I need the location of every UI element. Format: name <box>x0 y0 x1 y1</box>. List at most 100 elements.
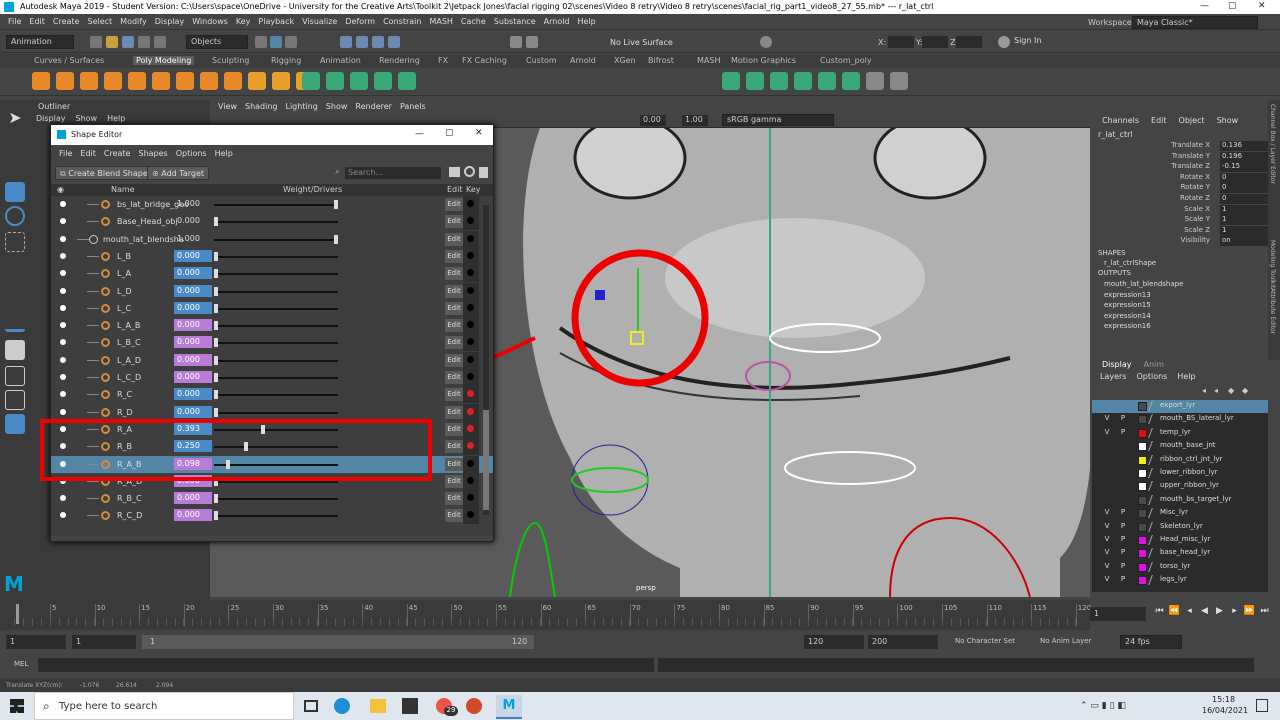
menu-visualize[interactable]: Visualize <box>302 17 337 26</box>
menu-file[interactable]: File <box>8 17 21 26</box>
layer-visibility-toggle[interactable]: V <box>1102 548 1112 556</box>
weight-value-field[interactable]: 0.000 <box>174 267 212 280</box>
channel-menu-show[interactable]: Show <box>1217 116 1239 125</box>
shelf-tab[interactable]: Curves / Surfaces <box>34 56 104 65</box>
layer-playback-toggle[interactable]: P <box>1118 522 1128 530</box>
visibility-dot-icon[interactable] <box>60 218 66 225</box>
four-view-icon[interactable] <box>5 366 25 386</box>
layer-color-swatch[interactable] <box>1138 415 1147 425</box>
weight-slider-track[interactable] <box>214 325 338 328</box>
shape-editor-menu-create[interactable]: Create <box>104 149 131 158</box>
key-dot-icon[interactable] <box>467 286 474 294</box>
layer-color-swatch[interactable] <box>1138 402 1147 411</box>
visibility-dot-icon[interactable] <box>60 235 66 242</box>
edit-button[interactable]: Edit <box>445 301 463 315</box>
select-object-icon[interactable] <box>270 36 282 48</box>
scrollbar-thumb[interactable] <box>483 410 489 510</box>
maximize-icon[interactable]: ▢ <box>1228 1 1237 11</box>
extrude-icon[interactable] <box>722 72 740 90</box>
weight-slider-knob[interactable] <box>214 269 218 279</box>
output-node[interactable]: expression16 <box>1104 322 1151 330</box>
weight-slider-track[interactable] <box>214 411 338 414</box>
task-view-icon[interactable] <box>304 700 318 712</box>
trash-icon[interactable] <box>479 167 488 178</box>
layer-row[interactable]: export_lyr <box>1092 400 1268 413</box>
shape-row[interactable]: L_C_D 0.000 Edit <box>51 369 493 386</box>
menu-deform[interactable]: Deform <box>345 17 375 26</box>
mirror-icon[interactable] <box>398 72 416 90</box>
explorer-icon[interactable] <box>370 699 386 713</box>
visibility-dot-icon[interactable] <box>60 287 66 294</box>
select-component-icon[interactable] <box>285 36 297 48</box>
edit-button[interactable]: Edit <box>445 198 463 211</box>
layer-row[interactable]: V P Head_misc_lyr <box>1092 534 1268 547</box>
weight-slider-knob[interactable] <box>214 338 218 348</box>
layer-visibility-toggle[interactable]: V <box>1102 562 1112 570</box>
star-icon[interactable] <box>248 72 266 90</box>
layer-playback-toggle[interactable]: P <box>1118 508 1128 516</box>
mel-input[interactable] <box>38 658 654 672</box>
paint-brush-icon[interactable] <box>5 312 25 332</box>
menu-substance[interactable]: Substance <box>494 17 536 26</box>
weight-value-field[interactable]: 0.000 <box>174 388 212 401</box>
side-tab[interactable]: Modeling Toolkit <box>1269 240 1276 288</box>
visibility-dot-icon[interactable] <box>60 356 66 363</box>
weight-slider-track[interactable] <box>214 394 338 397</box>
layer-playback-toggle[interactable]: P <box>1118 428 1128 436</box>
edit-button[interactable]: Edit <box>445 249 463 263</box>
layer-row[interactable]: lower_ribbon_lyr <box>1092 467 1268 480</box>
disc-icon[interactable] <box>176 72 194 90</box>
edit-button[interactable]: Edit <box>445 457 463 471</box>
edit-button[interactable]: Edit <box>445 388 463 402</box>
create-blend-shape-button[interactable]: ⧉ Create Blend Shape <box>55 166 153 180</box>
ipr-icon[interactable] <box>526 36 538 48</box>
close-icon[interactable]: ✕ <box>475 128 483 138</box>
visibility-dot-icon[interactable] <box>60 512 66 519</box>
plane-icon[interactable] <box>152 72 170 90</box>
weight-slider-track[interactable] <box>214 255 338 258</box>
visibility-dot-icon[interactable] <box>60 270 66 277</box>
shelf-tab[interactable]: Rendering <box>379 56 420 65</box>
boolean-icon[interactable] <box>374 72 392 90</box>
weight-value-field[interactable]: 0.000 <box>174 405 212 418</box>
weight-slider-knob[interactable] <box>214 373 218 382</box>
menu-playback[interactable]: Playback <box>258 17 294 26</box>
pyramid-icon[interactable] <box>224 72 242 90</box>
shelf-tab[interactable]: Bifrost <box>648 56 674 65</box>
sign-in-button[interactable]: Sign In <box>1010 35 1076 49</box>
shape-row[interactable]: L_C 0.000 Edit <box>51 299 493 317</box>
end-frame-field[interactable]: 120 <box>804 635 864 649</box>
menu-help[interactable]: Help <box>578 17 596 26</box>
viewport-menu-show[interactable]: Show <box>326 102 348 111</box>
layer-visibility-toggle[interactable]: V <box>1102 428 1112 436</box>
channel-attr-label[interactable]: Rotate X <box>1180 173 1210 181</box>
separate-icon[interactable] <box>326 72 344 90</box>
weight-slider-track[interactable] <box>214 359 338 362</box>
outliner-layout-icon[interactable] <box>5 414 25 434</box>
layer-playback-toggle[interactable]: P <box>1118 414 1128 422</box>
two-view-icon[interactable] <box>5 390 25 410</box>
edit-button[interactable]: Edit <box>445 492 463 506</box>
output-node[interactable]: expression14 <box>1104 312 1151 320</box>
outliner-menu-display[interactable]: Display <box>36 114 66 123</box>
viewport-menu-renderer[interactable]: Renderer <box>355 102 392 111</box>
key-dot-icon[interactable] <box>467 234 474 242</box>
weight-value-field[interactable]: 1.000 <box>174 198 212 210</box>
shape-row[interactable]: bs_lat_bridge_geo 1.000 Edit <box>51 196 493 213</box>
go-to-start-icon[interactable]: ⏮ <box>1152 606 1167 616</box>
layer-color-swatch[interactable] <box>1138 562 1147 572</box>
render-icon[interactable] <box>510 36 522 48</box>
minimize-icon[interactable]: — <box>1200 1 1209 11</box>
y-field[interactable] <box>922 36 948 48</box>
shelf-tab[interactable]: Poly Modeling <box>133 56 195 65</box>
edit-button[interactable]: Edit <box>445 474 463 488</box>
shape-editor-menu-shapes[interactable]: Shapes <box>138 149 167 158</box>
layer-row[interactable]: mouth_base_jnt <box>1092 440 1268 453</box>
weight-slider-knob[interactable] <box>334 200 338 209</box>
fps-select[interactable]: 24 fps <box>1120 635 1182 649</box>
layer-row[interactable]: V Ptemp_lyr <box>1092 427 1268 440</box>
channel-attr-value[interactable]: 1 <box>1220 204 1270 215</box>
uv-icon[interactable] <box>890 72 908 90</box>
layer-menu-layers[interactable]: Layers <box>1100 372 1126 381</box>
layer-row[interactable]: mouth_bs_target_lyr <box>1092 494 1268 507</box>
